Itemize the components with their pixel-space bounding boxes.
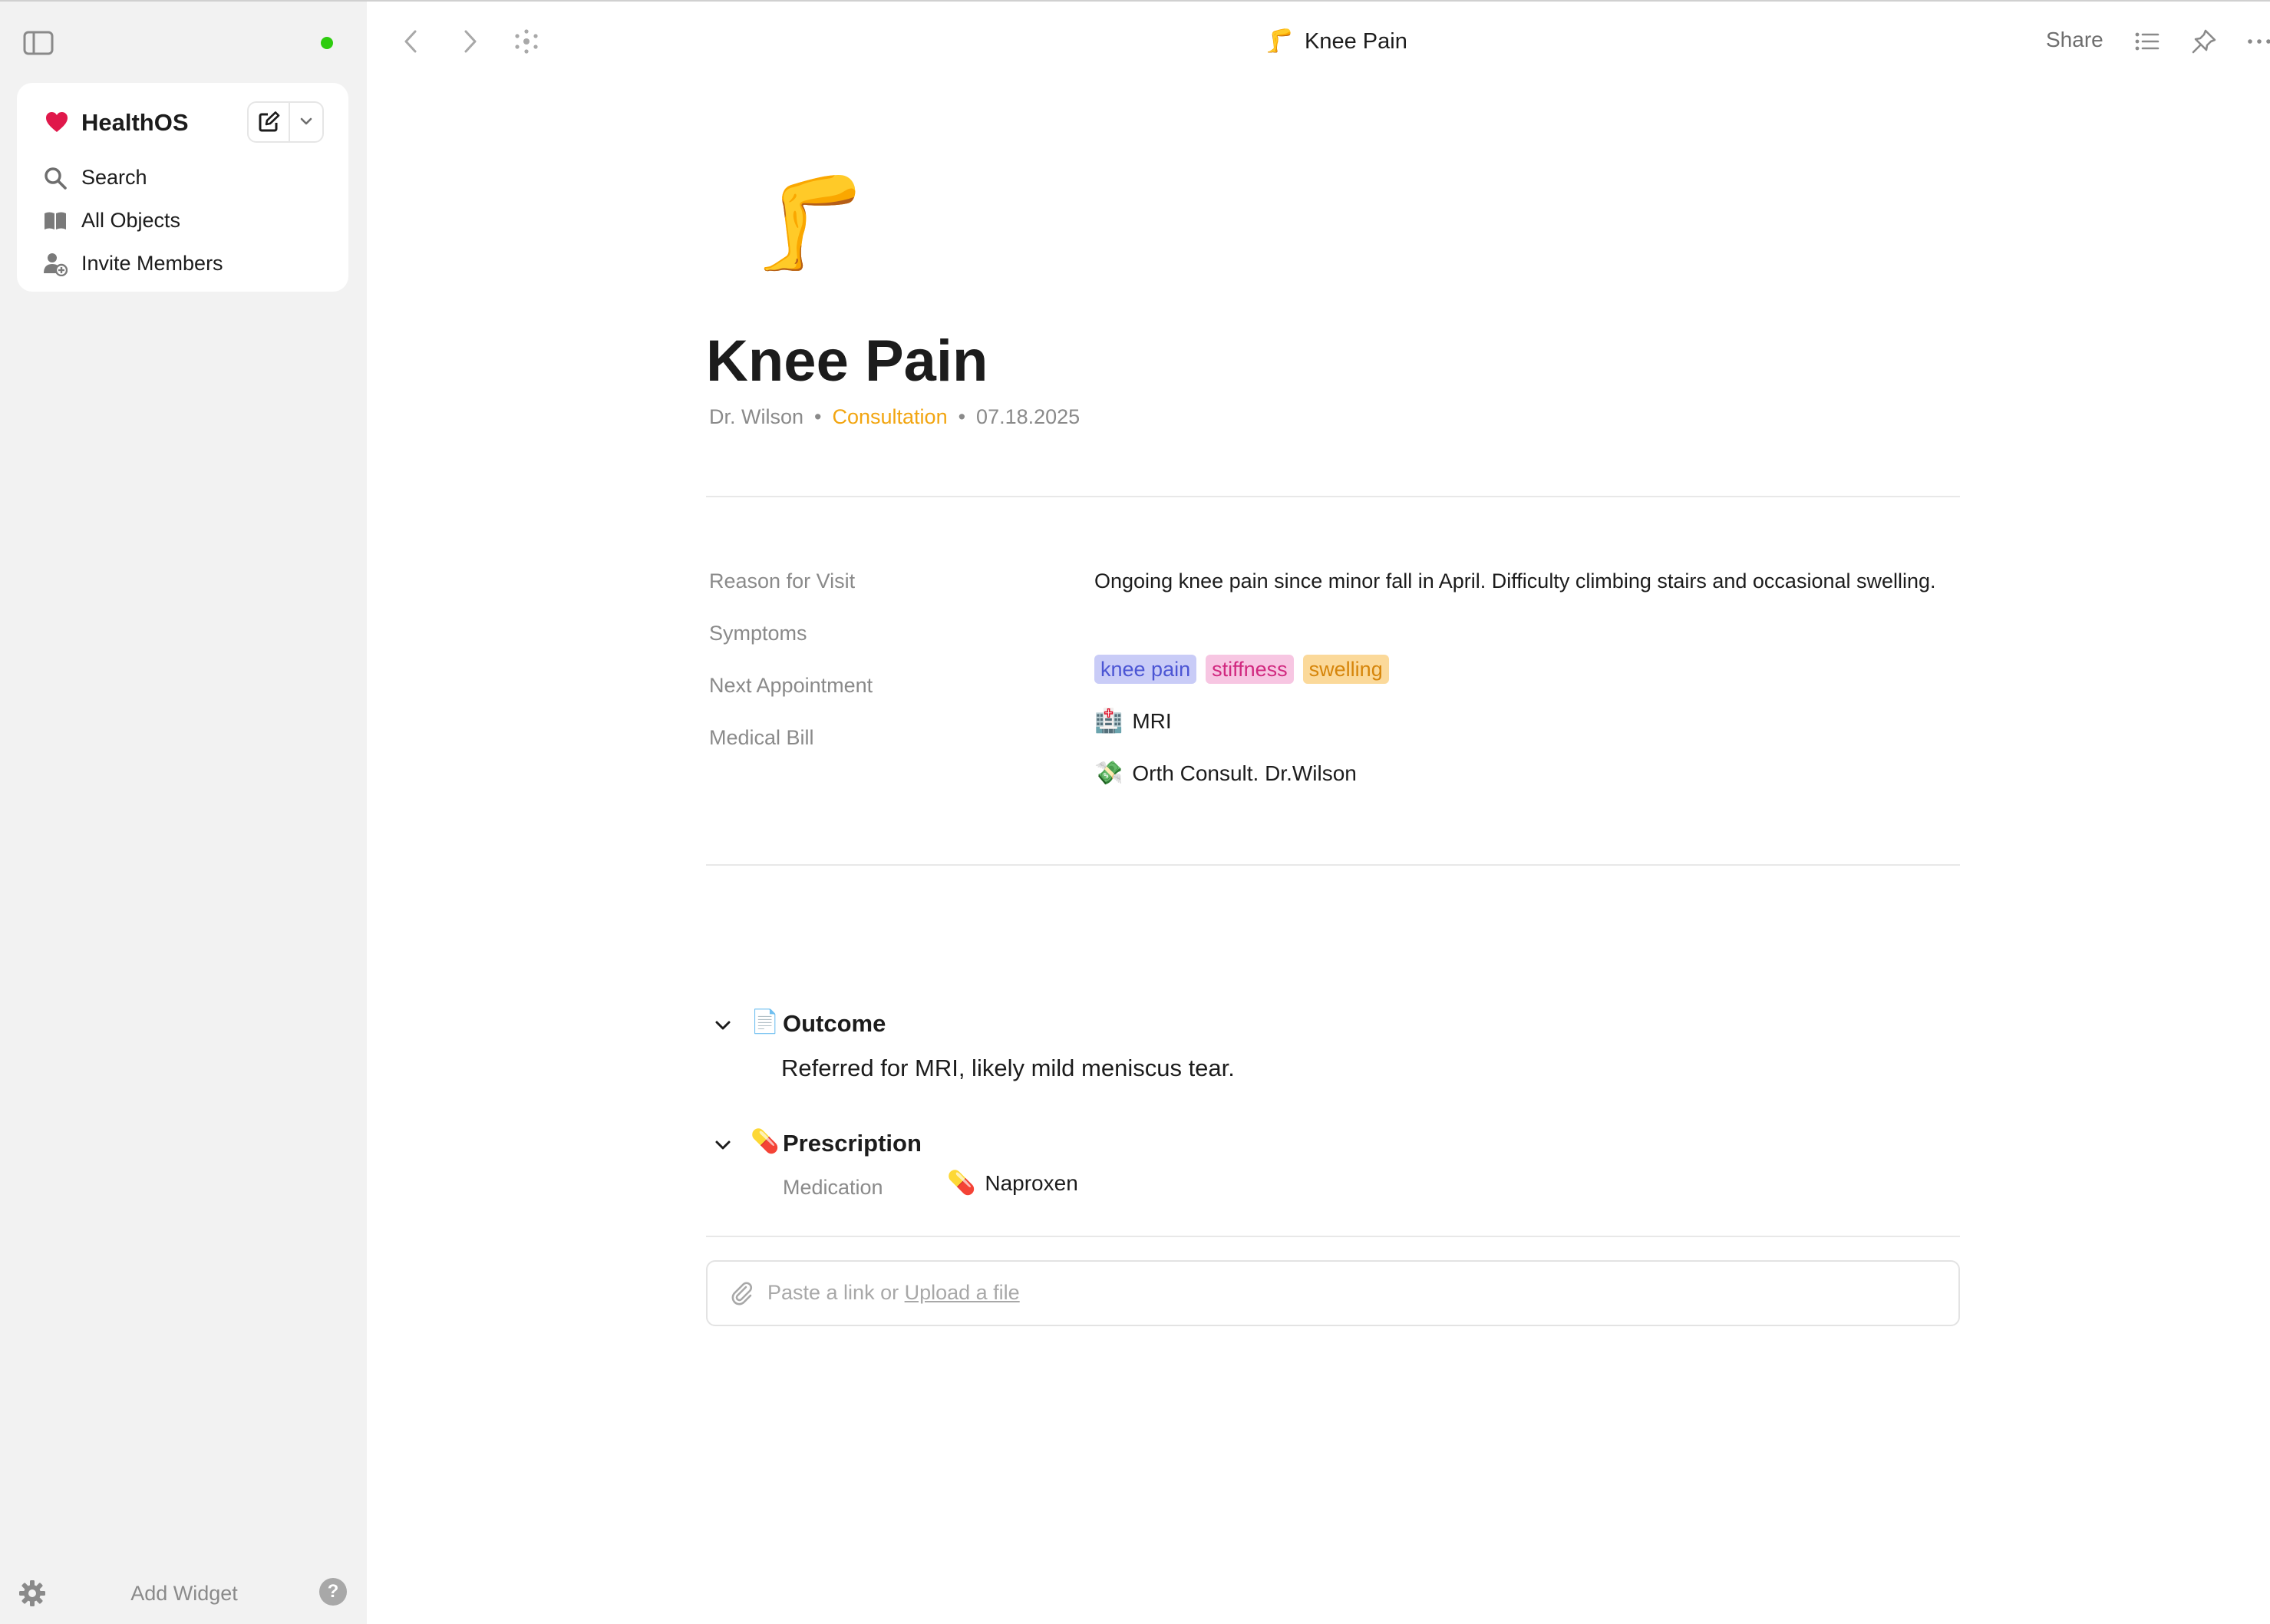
meta-author[interactable]: Dr. Wilson bbox=[709, 405, 803, 428]
space-name: HealthOS bbox=[81, 109, 189, 136]
property-label-reason: Reason for Visit bbox=[709, 569, 856, 592]
search-icon bbox=[43, 166, 68, 190]
book-icon bbox=[43, 209, 68, 233]
sidebar-item-all-objects[interactable]: All Objects bbox=[17, 201, 348, 239]
breadcrumb-title: Knee Pain bbox=[1305, 29, 1407, 54]
sidebar-item-label: Search bbox=[81, 166, 147, 189]
property-label-medical-bill: Medical Bill bbox=[709, 726, 814, 749]
property-value-symptoms[interactable]: knee pain stiffness swelling bbox=[1094, 652, 1398, 686]
relation-label: Orth Consult. Dr.Wilson bbox=[1132, 761, 1357, 785]
space-header[interactable]: HealthOS bbox=[17, 101, 348, 147]
share-button[interactable]: Share bbox=[2046, 26, 2103, 54]
back-arrow-icon[interactable] bbox=[398, 28, 425, 55]
money-icon: 💸 bbox=[1094, 760, 1123, 787]
pill-icon: 💊 bbox=[751, 1128, 780, 1155]
upload-file-link[interactable]: Upload a file bbox=[905, 1281, 1020, 1304]
property-label-symptoms: Symptoms bbox=[709, 622, 807, 645]
attachment-prefix: Paste a link or bbox=[767, 1281, 905, 1304]
property-label-medication: Medication bbox=[783, 1176, 883, 1199]
help-icon[interactable]: ? bbox=[319, 1578, 347, 1606]
outcome-text[interactable]: Referred for MRI, likely mild meniscus t… bbox=[781, 1053, 1235, 1084]
space-card: HealthOS Search All Objects Invite Membe… bbox=[17, 83, 348, 292]
meta-separator: • bbox=[814, 405, 822, 428]
more-icon[interactable] bbox=[2245, 28, 2270, 55]
space-actions bbox=[247, 101, 324, 143]
new-page-button[interactable] bbox=[249, 103, 290, 141]
page-content: 🦵 Knee Pain Dr. Wilson • Consultation • 07.1… bbox=[367, 84, 2270, 1624]
divider bbox=[706, 864, 1960, 866]
pill-icon: 💊 bbox=[947, 1170, 976, 1197]
leg-icon: 🦵 bbox=[1265, 28, 1294, 54]
sidebar-item-invite-members[interactable]: Invite Members bbox=[17, 244, 348, 282]
property-value-medication[interactable]: 💊 Naproxen bbox=[947, 1170, 1078, 1203]
property-value-next-appointment[interactable]: 🏥 MRI bbox=[1094, 708, 1172, 741]
sidebar-item-label: All Objects bbox=[81, 209, 181, 232]
heart-icon bbox=[45, 111, 69, 134]
add-person-icon bbox=[43, 252, 68, 277]
graph-icon[interactable] bbox=[513, 28, 540, 55]
meta-separator: • bbox=[958, 405, 966, 428]
chevron-down-icon[interactable] bbox=[712, 1134, 734, 1156]
sidebar-item-label: Invite Members bbox=[81, 252, 223, 275]
symptom-tag[interactable]: knee pain bbox=[1094, 655, 1197, 684]
page-meta: Dr. Wilson • Consultation • 07.18.2025 bbox=[709, 404, 1080, 430]
chevron-down-icon[interactable] bbox=[290, 103, 322, 141]
edit-icon bbox=[259, 111, 280, 132]
property-label-next-appointment: Next Appointment bbox=[709, 674, 873, 697]
pin-icon[interactable] bbox=[2190, 28, 2218, 55]
relation-label: MRI bbox=[1132, 709, 1172, 733]
paperclip-icon bbox=[729, 1280, 755, 1306]
divider bbox=[706, 1236, 1960, 1237]
symptom-tag[interactable]: stiffness bbox=[1206, 655, 1294, 684]
meta-date[interactable]: 07.18.2025 bbox=[976, 405, 1080, 428]
property-value-medical-bill[interactable]: 💸 Orth Consult. Dr.Wilson bbox=[1094, 760, 1357, 794]
attachment-placeholder: Paste a link or Upload a file bbox=[767, 1279, 1020, 1306]
property-value-reason[interactable]: Ongoing knee pain since minor fall in Ap… bbox=[1094, 564, 1946, 598]
page-emoji-icon[interactable]: 🦵 bbox=[752, 173, 866, 273]
chevron-down-icon[interactable] bbox=[712, 1015, 734, 1036]
section-title[interactable]: Outcome bbox=[783, 1008, 886, 1039]
divider bbox=[706, 496, 1960, 497]
add-widget-button[interactable]: Add Widget bbox=[77, 1578, 292, 1609]
sidebar-item-search[interactable]: Search bbox=[17, 158, 348, 196]
page-title[interactable]: Knee Pain bbox=[706, 327, 988, 396]
relation-label: Naproxen bbox=[985, 1171, 1078, 1195]
section-title[interactable]: Prescription bbox=[783, 1128, 922, 1159]
hospital-icon: 🏥 bbox=[1094, 708, 1123, 734]
symptom-tag[interactable]: swelling bbox=[1302, 655, 1389, 684]
attachment-input[interactable]: Paste a link or Upload a file bbox=[706, 1260, 1960, 1326]
top-bar: 🦵 Knee Pain Share bbox=[367, 0, 2270, 84]
sync-status-dot bbox=[321, 37, 333, 49]
gear-icon[interactable] bbox=[17, 1578, 48, 1609]
list-icon[interactable] bbox=[2133, 28, 2161, 55]
document-icon: 📄 bbox=[751, 1008, 780, 1035]
meta-type[interactable]: Consultation bbox=[832, 405, 947, 428]
sidebar: HealthOS Search All Objects Invite Membe… bbox=[0, 0, 367, 1624]
sidebar-toggle-icon[interactable] bbox=[23, 31, 54, 55]
forward-arrow-icon[interactable] bbox=[456, 28, 483, 55]
